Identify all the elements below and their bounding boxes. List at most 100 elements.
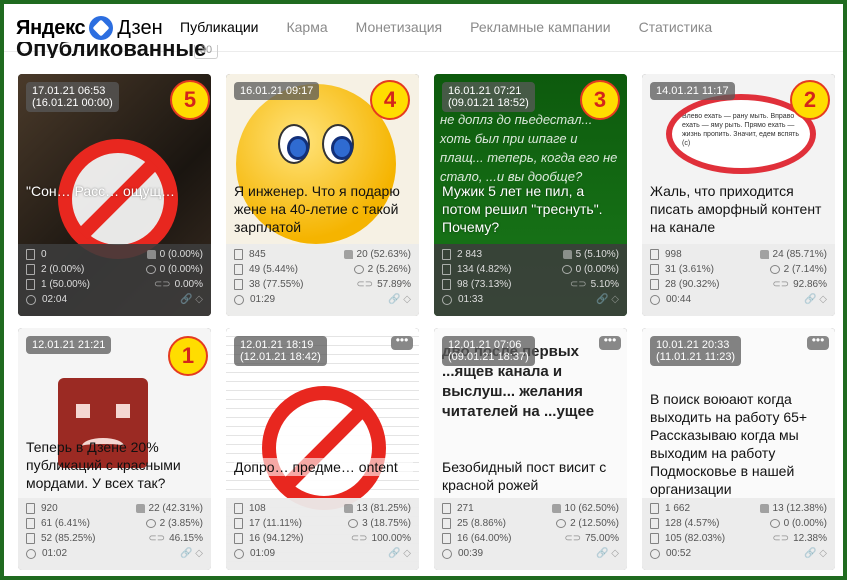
stat-finished: 105 (82.03%) — [665, 533, 726, 544]
stat-row: 845 20 (52.63%) — [234, 247, 411, 262]
stat-finished: 28 (90.32%) — [665, 279, 720, 290]
stat-comments: 2 (3.85%) — [159, 518, 203, 529]
publication-card[interactable]: не доплз до пьедестал... хоть был при шп… — [434, 74, 627, 316]
publication-card[interactable]: дво после первых ...ящев канала и выслуш… — [434, 328, 627, 570]
stat-reads: 2 (0.00%) — [41, 264, 85, 275]
stat-ctr: 46.15% — [169, 533, 203, 544]
link-tag-icon[interactable]: 🔗 ◇ — [804, 294, 827, 305]
stat-read-time: 01:02 — [42, 548, 68, 559]
stat-views: 2 843 — [457, 249, 483, 260]
stat-ctr: 0.00% — [174, 279, 203, 290]
card-title[interactable]: Я инженер. Что я подарю жене на 40-летие… — [234, 182, 413, 236]
card-stats: 998 24 (85.71%) 31 (3.61%) 2 (7.14%) 28 (90.… — [642, 244, 835, 316]
publication-card[interactable]: 12.01.21 21:21 Теперь в Дзене 20% публика… — [18, 328, 211, 570]
nav-monetization[interactable]: Монетизация — [356, 19, 443, 35]
document-icon — [26, 264, 35, 275]
stat-row: 31 (3.61%) 2 (7.14%) — [650, 262, 827, 277]
stat-row: 17 (11.11%) 3 (18.75%) — [234, 516, 411, 531]
stat-read-time: 00:39 — [458, 548, 484, 559]
publication-card[interactable]: Влево ехать — рану мыть. Вправо ехать — … — [642, 74, 835, 316]
logo-dzen-text: Дзен — [117, 16, 163, 39]
stat-views: 0 — [41, 249, 47, 260]
link-tag-icon[interactable]: 🔗 ◇ — [804, 548, 827, 559]
nav-karma[interactable]: Карма — [286, 19, 327, 35]
document-icon — [26, 503, 35, 514]
stat-row: 134 (4.82%) 0 (0.00%) — [442, 262, 619, 277]
card-stats: 108 13 (81.25%) 17 (11.11%) 3 (18.75%) 16 (9… — [226, 498, 419, 570]
stat-row: 105 (82.03%) ⊂⊃ 12.38% — [650, 531, 827, 546]
publish-date: 10.01.21 20:33 — [656, 339, 730, 351]
stat-row: 01:02 🔗 ◇ — [26, 546, 203, 561]
document-icon — [234, 249, 243, 260]
card-title[interactable]: Допро… предме… ontent — [234, 458, 413, 476]
link-tag-icon[interactable]: 🔗 ◇ — [388, 294, 411, 305]
stat-comments: 2 (5.26%) — [367, 264, 411, 275]
publish-date: 17.01.21 06:53 — [32, 85, 106, 97]
card-title[interactable]: Мужик 5 лет не пил, а потом решил "тресн… — [442, 182, 621, 236]
card-title[interactable]: В поиск воюают когда выходить на работу … — [650, 390, 829, 498]
nav-statistics[interactable]: Статистика — [639, 19, 713, 35]
stat-reads: 31 (3.61%) — [665, 264, 714, 275]
link-tag-icon[interactable]: 🔗 ◇ — [596, 294, 619, 305]
card-title[interactable]: Теперь в Дзене 20% публикаций с красными… — [26, 438, 205, 492]
stat-reads: 134 (4.82%) — [457, 264, 512, 275]
date-badge: 12.01.21 07:06 (09.01.21 18:37) — [442, 336, 535, 366]
section-count-badge: 30 — [194, 45, 218, 59]
clock-icon — [650, 294, 660, 305]
nav-ad-campaigns[interactable]: Рекламные кампании — [470, 19, 610, 35]
publication-card[interactable]: 10.01.21 20:33 (11.01.21 11:23) ••• В поиск… — [642, 328, 835, 570]
stat-comments: 2 (7.14%) — [783, 264, 827, 275]
share-icon: ⊂⊃ — [772, 279, 790, 290]
stat-ctr: 12.38% — [793, 533, 827, 544]
link-tag-icon[interactable]: 🔗 ◇ — [388, 548, 411, 559]
document-icon — [442, 264, 451, 275]
document-icon — [442, 279, 451, 290]
more-options-button[interactable]: ••• — [391, 334, 413, 350]
document-icon — [26, 518, 35, 529]
nav-publications[interactable]: Публикации — [180, 19, 258, 35]
card-title[interactable]: Жаль, что приходится писать аморфный кон… — [650, 182, 829, 236]
share-icon: ⊂⊃ — [356, 279, 374, 290]
document-icon — [26, 279, 35, 290]
comment-icon — [556, 519, 567, 528]
yandex-dzen-logo[interactable]: Яндекс Дзен — [16, 15, 163, 41]
stat-ctr: 92.86% — [793, 279, 827, 290]
clock-icon — [26, 294, 36, 305]
stat-reads: 61 (6.41%) — [41, 518, 90, 529]
like-icon — [759, 250, 769, 259]
publish-date: 12.01.21 07:06 — [448, 339, 522, 351]
stat-row: 00:44 🔗 ◇ — [650, 292, 827, 307]
document-icon — [234, 503, 243, 514]
document-icon — [26, 533, 35, 544]
stat-likes: 24 (85.71%) — [772, 249, 827, 260]
publish-date: 12.01.21 21:21 — [32, 339, 106, 351]
stat-row: 16 (94.12%) ⊂⊃ 100.00% — [234, 531, 411, 546]
stat-finished: 16 (64.00%) — [457, 533, 512, 544]
comment-icon — [145, 265, 156, 274]
stat-likes: 10 (62.50%) — [564, 503, 619, 514]
document-icon — [650, 533, 659, 544]
stat-row: 1 (50.00%) ⊂⊃ 0.00% — [26, 277, 203, 292]
document-icon — [442, 249, 451, 260]
stat-read-time: 01:29 — [250, 294, 276, 305]
card-stats: 1 662 13 (12.38%) 128 (4.57%) 0 (0.00%) 105 … — [642, 498, 835, 570]
link-tag-icon[interactable]: 🔗 ◇ — [596, 548, 619, 559]
stat-row: 52 (85.25%) ⊂⊃ 46.15% — [26, 531, 203, 546]
publication-card[interactable]: 16.01.21 09:17 Я инженер. Что я подарю же… — [226, 74, 419, 316]
like-icon — [551, 504, 561, 513]
publication-card[interactable]: 17.01.21 06:53 (16.01.21 00:00) "Сон… Расс… — [18, 74, 211, 316]
more-options-button[interactable]: ••• — [599, 334, 621, 350]
more-options-button[interactable]: ••• — [807, 334, 829, 350]
stat-views: 108 — [249, 503, 266, 514]
clock-icon — [442, 294, 452, 305]
publication-card[interactable]: 12.01.21 18:19 (12.01.21 18:42) ••• Допро… … — [226, 328, 419, 570]
link-tag-icon[interactable]: 🔗 ◇ — [180, 548, 203, 559]
card-title[interactable]: "Сон… Расс… ощущ… — [26, 182, 205, 200]
link-tag-icon[interactable]: 🔗 ◇ — [180, 294, 203, 305]
like-icon — [343, 250, 353, 259]
document-icon — [234, 533, 243, 544]
dzen-logo-icon — [89, 16, 114, 40]
stat-comments: 3 (18.75%) — [362, 518, 411, 529]
card-title[interactable]: Безобидный пост висит с красной рожей — [442, 458, 621, 494]
card-stats: 0 0 (0.00%) 2 (0.00%) 0 (0.00%) 1 (50.00%) ⊂⊃… — [18, 244, 211, 316]
